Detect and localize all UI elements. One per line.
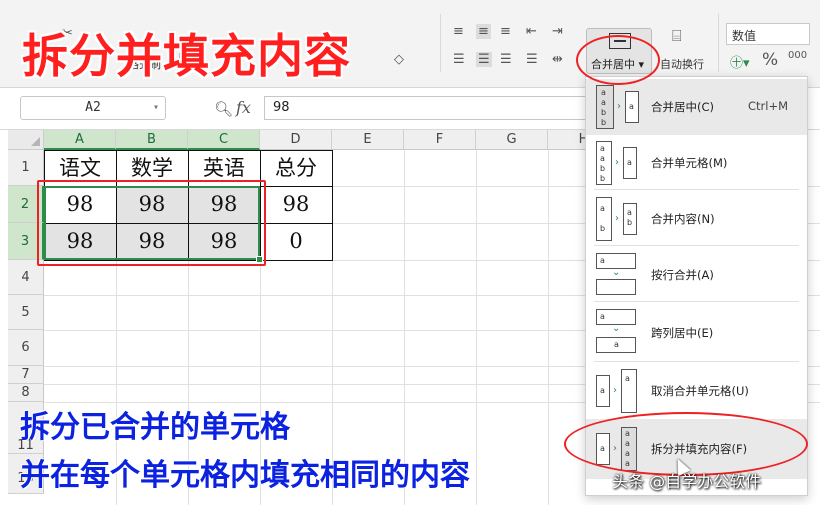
number-format-select[interactable]: 数值 [726, 23, 810, 45]
wrap-text-button[interactable]: 自动换行 [660, 56, 704, 72]
align-bottom-icon[interactable]: ≡ [500, 24, 511, 39]
column-header-a[interactable]: A [44, 130, 116, 150]
watermark: 头条 @自学办公软件 [612, 472, 762, 491]
percent-button[interactable]: % [762, 50, 778, 70]
wrap-text-icon[interactable]: ⌸ [672, 26, 682, 46]
name-box-value: A2 [85, 100, 101, 115]
align-center-icon[interactable]: ☰ [476, 52, 492, 67]
align-middle-icon[interactable]: ≡ [476, 24, 491, 39]
align-right-icon[interactable]: ☰ [500, 52, 512, 67]
column-header-d[interactable]: D [260, 130, 332, 150]
column-header-c[interactable]: C [188, 130, 260, 150]
menu-label: 取消合并单元格(U) [651, 384, 749, 398]
increase-indent-icon[interactable]: ⇥ [552, 24, 563, 39]
justify-icon[interactable]: ☰ [526, 52, 538, 67]
menu-label: 按行合并(A) [651, 268, 714, 282]
menu-item-center-across[interactable]: a ⌄ a 跨列居中(E) [586, 305, 807, 361]
menu-shortcut: Ctrl+M [748, 99, 789, 113]
currency-icon[interactable]: ㊉▾ [730, 52, 750, 71]
formula-input[interactable]: 98 [264, 96, 594, 120]
select-all-corner[interactable] [8, 130, 44, 150]
menu-item-merge-content[interactable]: ab › ab 合并内容(N) [586, 191, 807, 247]
menu-label: 合并居中(C) [651, 100, 715, 114]
menu-item-unmerge[interactable]: a › a 取消合并单元格(U) [586, 363, 807, 419]
decrease-indent-icon[interactable]: ⇤ [526, 24, 537, 39]
menu-label: 合并单元格(M) [651, 156, 728, 170]
row-header-8[interactable]: 8 [8, 384, 44, 402]
column-header-g[interactable]: G [476, 130, 548, 150]
caption-line-1: 拆分已合并的单元格 [20, 410, 290, 445]
cell-d1[interactable]: 总分 [260, 150, 332, 186]
menu-label: 跨列居中(E) [651, 326, 714, 340]
align-top-icon[interactable]: ≡ [453, 24, 464, 39]
zoom-search-icon[interactable]: 🔍︎ [214, 100, 233, 118]
ribbon-divider [718, 14, 719, 72]
ribbon-divider [440, 14, 441, 72]
annotation-ellipse-merge-button [576, 35, 660, 85]
column-header-e[interactable]: E [332, 130, 404, 150]
cell-d3[interactable]: 0 [260, 223, 332, 260]
row-header-5[interactable]: 5 [8, 295, 44, 330]
align-left-icon[interactable]: ☰ [453, 52, 465, 67]
tutorial-title: 拆分并填充内容 [22, 29, 351, 83]
name-box[interactable]: A2 ▾ [20, 96, 166, 120]
row-header-6[interactable]: 6 [8, 330, 44, 366]
menu-item-merge-cells[interactable]: aabb › a 合并单元格(M) [586, 135, 807, 191]
clear-format-icon[interactable]: ◇ [394, 52, 404, 67]
distributed-align-icon[interactable]: ⇹ [552, 52, 563, 67]
fx-icon[interactable]: fx [236, 98, 251, 117]
menu-item-merge-by-row[interactable]: a ⌄ 按行合并(A) [586, 247, 807, 303]
column-header-b[interactable]: B [116, 130, 188, 150]
row-header-7[interactable]: 7 [8, 366, 44, 384]
column-header-f[interactable]: F [404, 130, 476, 150]
chevron-down-icon[interactable]: ▾ [153, 97, 159, 119]
thousands-separator-icon[interactable]: 000 [788, 50, 807, 61]
caption-line-2: 并在每个单元格内填充相同的内容 [20, 458, 470, 493]
cell-d2[interactable]: 98 [260, 186, 332, 223]
menu-item-merge-center[interactable]: aabb › a 合并居中(C) Ctrl+M [586, 79, 807, 135]
menu-label: 合并内容(N) [651, 212, 715, 226]
annotation-highlight-box [37, 180, 266, 266]
